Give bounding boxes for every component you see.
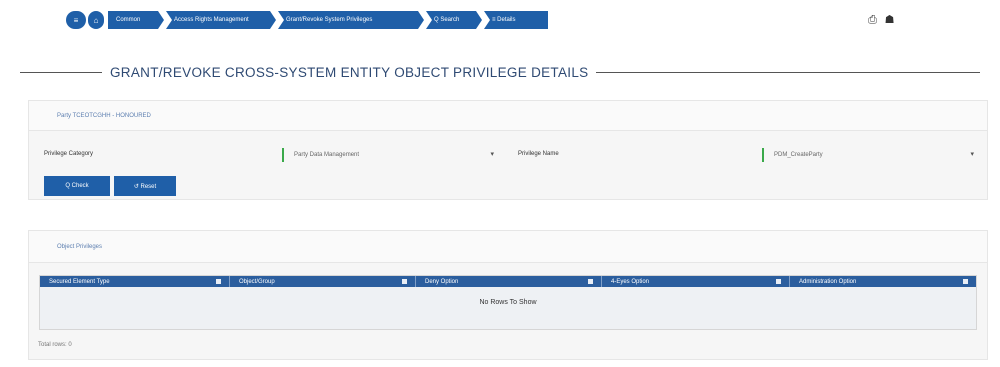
privilege-form-row: Privilege Category Party Data Management… bbox=[44, 148, 984, 162]
total-rows: Total rows: 0 bbox=[38, 342, 72, 348]
breadcrumb-label: Access Rights Management bbox=[174, 17, 249, 23]
menu-icon[interactable] bbox=[402, 279, 407, 284]
column-header-object-group[interactable]: Object/Group bbox=[230, 276, 416, 287]
column-label: Secured Element Type bbox=[49, 278, 110, 285]
privilege-category-select[interactable]: Party Data Management ▾ bbox=[282, 148, 494, 162]
column-header-administration-option[interactable]: Administration Option bbox=[790, 276, 976, 287]
breadcrumb-details[interactable]: ≡ Details bbox=[484, 11, 548, 29]
column-header-deny-option[interactable]: Deny Option bbox=[416, 276, 602, 287]
column-header-secured-element-type[interactable]: Secured Element Type bbox=[40, 276, 230, 287]
privilege-name-select[interactable]: PDM_CreateParty ▾ bbox=[762, 148, 974, 162]
column-label: Object/Group bbox=[239, 278, 275, 285]
page-title: GRANT/REVOKE CROSS-SYSTEM ENTITY OBJECT … bbox=[110, 64, 589, 80]
column-label: Deny Option bbox=[425, 278, 459, 285]
privilege-category-label: Privilege Category bbox=[44, 151, 94, 157]
privilege-name-label: Privilege Name bbox=[518, 151, 559, 157]
breadcrumb-grant-revoke[interactable]: Grant/Revoke System Privileges bbox=[278, 11, 424, 29]
breadcrumb-label: ≡ Details bbox=[492, 17, 516, 23]
menu-icon[interactable] bbox=[216, 279, 221, 284]
object-privileges-table: Secured Element Type Object/Group Deny O… bbox=[39, 275, 977, 330]
chevron-down-icon: ▾ bbox=[970, 151, 974, 158]
object-privileges-header: Object Privileges bbox=[29, 231, 987, 263]
privilege-category-value: Party Data Management bbox=[294, 152, 360, 158]
users-icon[interactable]: ☗ bbox=[883, 14, 896, 27]
menu-icon[interactable] bbox=[776, 279, 781, 284]
breadcrumb-label: Q Search bbox=[434, 17, 460, 23]
menu-icon[interactable] bbox=[963, 279, 968, 284]
breadcrumb-search[interactable]: Q Search bbox=[426, 11, 482, 29]
top-icons: ⎙ ☗ bbox=[866, 14, 896, 27]
breadcrumb-label: Common bbox=[116, 17, 141, 23]
page-title-row: GRANT/REVOKE CROSS-SYSTEM ENTITY OBJECT … bbox=[20, 62, 980, 82]
empty-table-message: No Rows To Show bbox=[479, 299, 537, 306]
divider bbox=[596, 71, 980, 73]
breadcrumb-access-rights[interactable]: Access Rights Management bbox=[166, 11, 276, 29]
top-bar: ≡ ⌂ Common Access Rights Management Gran… bbox=[0, 0, 1000, 40]
home-icon: ⌂ bbox=[93, 15, 99, 25]
table-header: Secured Element Type Object/Group Deny O… bbox=[40, 276, 976, 287]
print-icon[interactable]: ⎙ bbox=[866, 14, 879, 27]
column-label: Administration Option bbox=[799, 278, 857, 285]
privilege-name-value: PDM_CreateParty bbox=[774, 152, 823, 158]
breadcrumb-common[interactable]: Common bbox=[108, 11, 164, 29]
divider bbox=[20, 71, 102, 73]
check-button[interactable]: Q Check bbox=[44, 176, 110, 196]
home-button[interactable]: ⌂ bbox=[88, 11, 104, 29]
party-header: Party TCEOTCGHH - HONOURED bbox=[29, 101, 987, 131]
reset-button[interactable]: ↺ Reset bbox=[114, 176, 176, 196]
breadcrumb-label: Grant/Revoke System Privileges bbox=[286, 17, 373, 23]
column-label: 4-Eyes Option bbox=[611, 278, 650, 285]
breadcrumb: ≡ ⌂ Common Access Rights Management Gran… bbox=[66, 11, 548, 29]
menu-icon[interactable] bbox=[588, 279, 593, 284]
menu-button[interactable]: ≡ bbox=[66, 11, 86, 29]
chevron-down-icon: ▾ bbox=[490, 151, 494, 158]
column-header-four-eyes-option[interactable]: 4-Eyes Option bbox=[602, 276, 790, 287]
menu-icon: ≡ bbox=[73, 15, 79, 25]
